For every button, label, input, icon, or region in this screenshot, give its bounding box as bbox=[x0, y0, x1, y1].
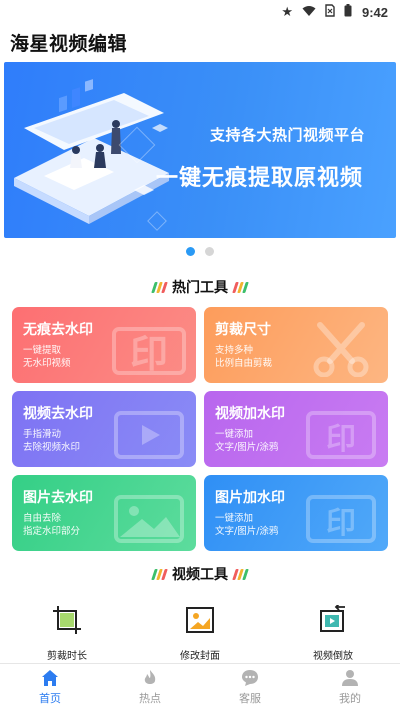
video-tool-crop-duration[interactable]: 剪裁时长 bbox=[22, 605, 112, 662]
card-title: 视频去水印 bbox=[23, 406, 93, 422]
stripe-decoration-icon bbox=[232, 281, 249, 293]
card-subtitle: 文字/图片/涂鸦 bbox=[215, 526, 279, 537]
home-icon bbox=[42, 669, 58, 686]
card-subtitle: 一键添加 bbox=[215, 513, 254, 524]
nav-label: 客服 bbox=[239, 691, 261, 705]
carousel-dot-active[interactable] bbox=[186, 247, 195, 256]
card-subtitle: 支持多种 bbox=[215, 345, 254, 356]
nav-label: 我的 bbox=[339, 691, 361, 705]
svg-text:印: 印 bbox=[326, 506, 356, 541]
video-stamp-icon: 印 bbox=[306, 411, 376, 459]
nav-label: 首页 bbox=[39, 691, 61, 705]
battery-icon bbox=[344, 4, 352, 20]
card-subtitle: 指定水印部分 bbox=[23, 526, 81, 537]
tool-card-traceless-remove-watermark[interactable]: 无痕去水印 一键提取 无水印视频 印 bbox=[12, 307, 196, 383]
video-tools-title: 视频工具 bbox=[172, 567, 228, 583]
video-tool-reverse-play[interactable]: 视频倒放 bbox=[288, 605, 378, 662]
stripe-decoration-icon bbox=[151, 281, 168, 293]
banner-illustration bbox=[14, 79, 169, 224]
video-play-icon bbox=[114, 411, 184, 459]
tool-card-video-add-watermark[interactable]: 视频加水印 一键添加 文字/图片/涂鸦 印 bbox=[204, 391, 388, 467]
video-tool-label: 视频倒放 bbox=[313, 651, 353, 662]
tool-card-crop-size[interactable]: 剪裁尺寸 支持多种 比例自由剪裁 bbox=[204, 307, 388, 383]
nav-item-customer-service[interactable]: 客服 bbox=[200, 664, 300, 710]
carousel-indicator bbox=[0, 247, 400, 256]
nav-item-hot[interactable]: 热点 bbox=[100, 664, 200, 710]
card-subtitle: 去除视频水印 bbox=[23, 442, 81, 453]
star-icon: ★ bbox=[281, 4, 293, 20]
tool-card-video-remove-watermark[interactable]: 视频去水印 手指滑动 去除视频水印 bbox=[12, 391, 196, 467]
hot-tools-title: 热门工具 bbox=[172, 280, 228, 296]
stripe-decoration-icon bbox=[232, 568, 249, 580]
flame-icon bbox=[144, 669, 156, 684]
card-subtitle: 无水印视频 bbox=[23, 358, 71, 369]
card-title: 图片去水印 bbox=[23, 490, 93, 506]
cover-image-icon bbox=[186, 607, 214, 633]
nav-label: 热点 bbox=[139, 691, 161, 705]
card-title: 剪裁尺寸 bbox=[215, 322, 271, 338]
stripe-decoration-icon bbox=[151, 568, 168, 580]
crop-duration-icon bbox=[53, 606, 81, 634]
card-title: 视频加水印 bbox=[215, 406, 285, 422]
carousel-dot[interactable] bbox=[205, 247, 214, 256]
chat-icon bbox=[242, 669, 258, 686]
banner-headline: 一键无痕提取原视频 bbox=[156, 166, 364, 191]
card-subtitle: 一键提取 bbox=[23, 345, 62, 356]
status-time: 9:42 bbox=[361, 4, 388, 20]
app-header: 海星视频编辑 bbox=[0, 24, 400, 60]
video-tool-label: 剪裁时长 bbox=[47, 651, 87, 662]
card-subtitle: 自由去除 bbox=[23, 513, 62, 524]
image-stamp-icon: 印 bbox=[306, 495, 376, 543]
user-icon bbox=[342, 669, 358, 686]
scissors-icon bbox=[313, 322, 369, 377]
banner[interactable]: 支持各大热门视频平台 一键无痕提取原视频 bbox=[4, 62, 396, 238]
svg-text:印: 印 bbox=[326, 422, 356, 457]
wifi-icon bbox=[302, 5, 316, 20]
nav-item-profile[interactable]: 我的 bbox=[300, 664, 400, 710]
bottom-navigation: 首页 热点 客服 我的 bbox=[0, 663, 400, 710]
svg-text:印: 印 bbox=[130, 332, 168, 376]
banner-tagline: 支持各大热门视频平台 bbox=[210, 126, 366, 144]
status-bar: ★ 9:42 bbox=[0, 0, 400, 24]
stamp-icon: 印 bbox=[112, 327, 186, 376]
nav-item-home[interactable]: 首页 bbox=[0, 664, 100, 710]
video-tools-header: 视频工具 bbox=[0, 564, 400, 584]
image-icon bbox=[114, 495, 184, 543]
tool-card-image-remove-watermark[interactable]: 图片去水印 自由去除 指定水印部分 bbox=[12, 475, 196, 551]
card-subtitle: 手指滑动 bbox=[23, 429, 62, 440]
app-title: 海星视频编辑 bbox=[10, 32, 128, 55]
hot-tools-header: 热门工具 bbox=[0, 277, 400, 297]
reverse-play-icon bbox=[320, 605, 345, 632]
video-tool-label: 修改封面 bbox=[180, 651, 220, 662]
video-tool-change-cover[interactable]: 修改封面 bbox=[155, 605, 245, 662]
card-title: 图片加水印 bbox=[215, 490, 285, 506]
card-subtitle: 一键添加 bbox=[215, 429, 254, 440]
card-subtitle: 文字/图片/涂鸦 bbox=[215, 442, 279, 453]
tool-card-image-add-watermark[interactable]: 图片加水印 一键添加 文字/图片/涂鸦 印 bbox=[204, 475, 388, 551]
card-subtitle: 比例自由剪裁 bbox=[215, 358, 273, 369]
no-sim-icon bbox=[325, 4, 335, 20]
card-title: 无痕去水印 bbox=[23, 322, 93, 338]
